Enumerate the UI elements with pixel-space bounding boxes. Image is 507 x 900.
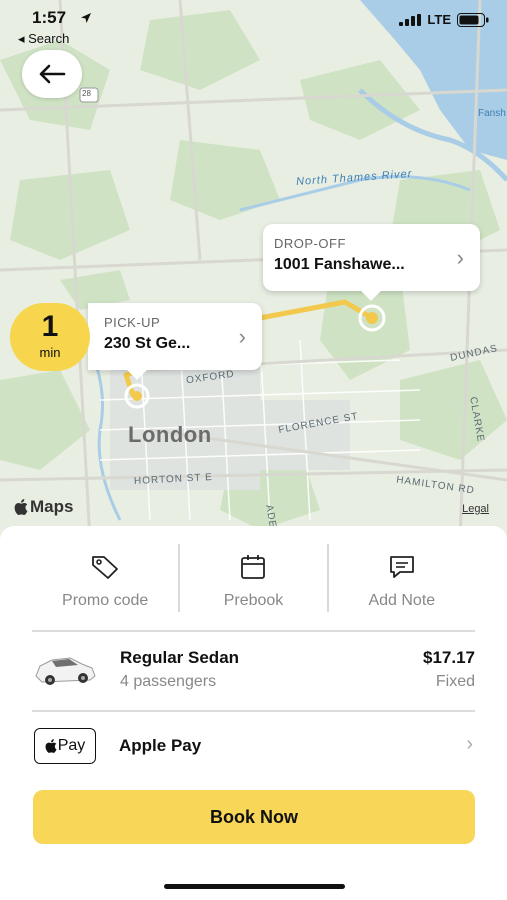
back-to-search-link[interactable]: ◂ Search — [18, 31, 69, 47]
price-type: Fixed — [435, 673, 475, 690]
calendar-icon — [241, 555, 266, 579]
ride-price: $17.17 — [423, 648, 475, 667]
promo-code-label: Promo code — [62, 592, 149, 609]
pickup-address: 230 St Ge... — [104, 335, 191, 352]
message-icon — [389, 556, 414, 578]
book-now-button[interactable]: Book Now — [33, 790, 475, 844]
booking-sheet: Promo code Prebook Add Note Regular Seda… — [0, 526, 507, 900]
fanshawe-partial-label: Fansh — [478, 108, 506, 119]
dropoff-label: DROP-OFF — [274, 236, 346, 251]
legal-link[interactable]: Legal — [462, 503, 489, 515]
apple-logo-icon — [14, 499, 28, 515]
tag-icon — [92, 556, 119, 579]
add-note-button[interactable]: Add Note — [329, 544, 475, 614]
home-indicator — [164, 884, 345, 889]
maps-brand-label: Maps — [30, 497, 74, 516]
ride-passengers: 4 passengers — [120, 673, 217, 690]
promo-code-button[interactable]: Promo code — [32, 544, 178, 614]
dropoff-address: 1001 Fanshawe... — [274, 256, 405, 273]
prebook-button[interactable]: Prebook — [180, 544, 326, 614]
chevron-right-icon: › — [456, 244, 464, 270]
maps-brand: Maps — [14, 497, 73, 517]
chevron-right-icon: › — [466, 733, 473, 755]
arrow-left-icon — [39, 64, 66, 84]
eta-unit: min — [39, 345, 61, 360]
apple-pay-badge-label: Pay — [57, 737, 86, 754]
divider — [32, 710, 475, 712]
pickup-label: PICK-UP — [104, 315, 161, 330]
status-bar: 1:57 ◂ Search LTE — [0, 0, 507, 48]
network-label: LTE — [427, 12, 451, 27]
highway-shield-label: 28 — [82, 89, 91, 98]
chevron-right-icon: › — [238, 323, 246, 349]
payment-method-row[interactable]: Pay Apple Pay › — [32, 726, 475, 768]
payment-method-label: Apple Pay — [119, 736, 202, 755]
status-time: 1:57 — [32, 8, 67, 27]
battery-icon — [457, 12, 489, 27]
apple-pay-badge: Pay — [34, 728, 96, 764]
apple-logo-icon — [45, 739, 57, 753]
quick-actions: Promo code Prebook Add Note — [32, 544, 475, 614]
status-indicators: LTE — [399, 12, 489, 27]
eta-value: 1 — [41, 310, 59, 343]
divider — [32, 630, 475, 632]
back-button[interactable] — [22, 50, 82, 98]
ride-option[interactable]: Regular Sedan 4 passengers $17.17 Fixed — [32, 640, 475, 710]
prebook-label: Prebook — [223, 592, 284, 609]
location-arrow-icon — [81, 13, 91, 23]
eta-badge: 1 min — [10, 303, 90, 371]
ride-name: Regular Sedan — [120, 648, 240, 667]
dropoff-callout[interactable]: DROP-OFF 1001 Fanshawe... › — [263, 224, 480, 301]
sedan-car-icon — [35, 657, 96, 685]
pickup-callout[interactable]: PICK-UP 230 St Ge... › — [88, 303, 262, 380]
signal-icon — [399, 13, 422, 26]
add-note-label: Add Note — [368, 592, 436, 609]
city-label: London — [128, 422, 212, 447]
